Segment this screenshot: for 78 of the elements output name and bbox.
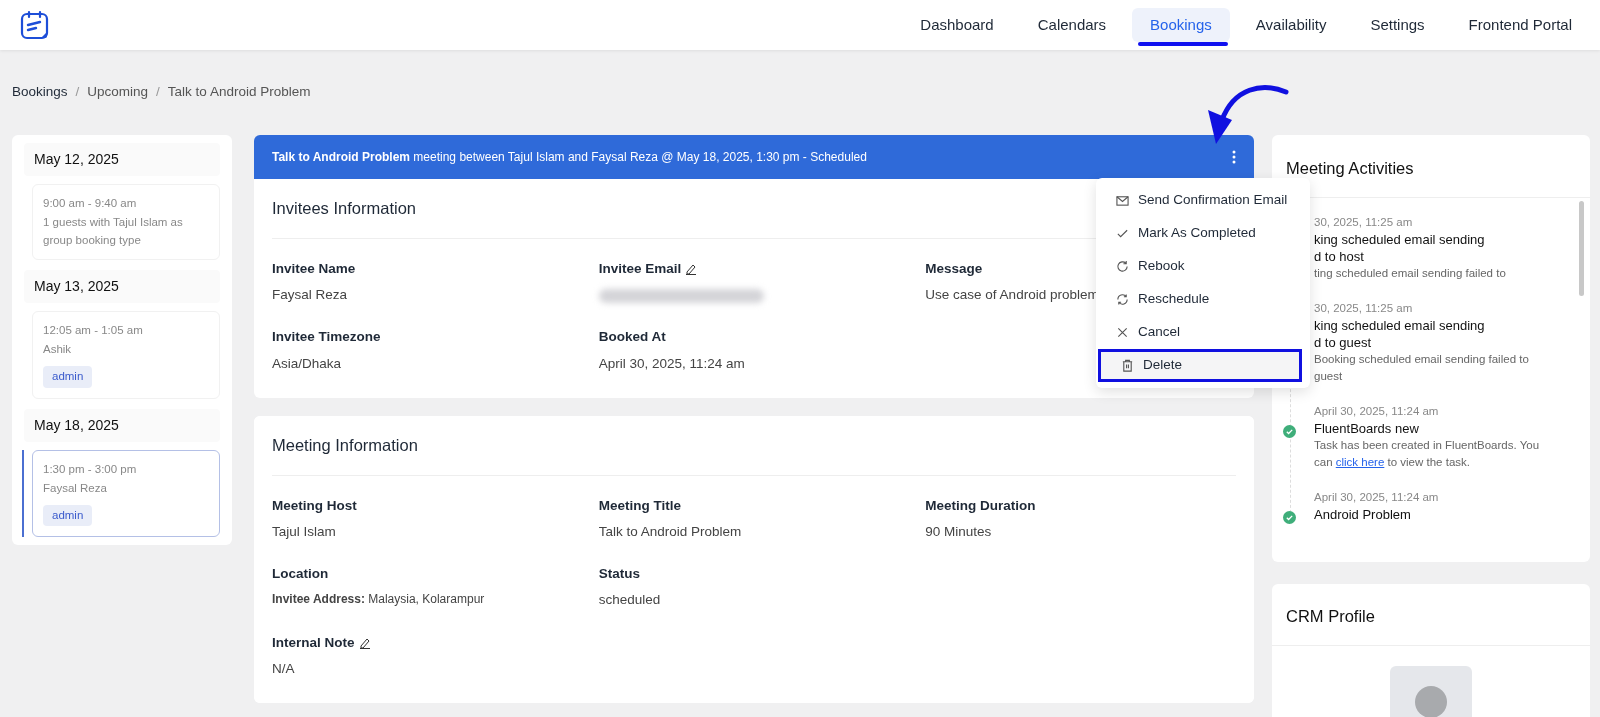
- booking-card[interactable]: 12:05 am - 1:05 am Ashik admin: [32, 310, 220, 399]
- field-label: Invitee Timezone: [272, 328, 381, 347]
- field-value: N/A: [272, 659, 295, 678]
- nav-tab[interactable]: Settings: [1352, 7, 1443, 43]
- activity-title: FluentBoards new: [1314, 419, 1420, 437]
- edit-icon[interactable]: [685, 262, 698, 275]
- field-label: Meeting Host: [272, 496, 357, 515]
- date-header: May 13, 2025: [24, 269, 220, 303]
- field-label: Message: [925, 259, 983, 278]
- field-value: Invitee Address: Malaysia, Kolarampur: [272, 591, 485, 609]
- field-value: Tajul Islam: [272, 522, 336, 541]
- menu-item[interactable]: Cancel: [1096, 316, 1310, 349]
- breadcrumb-link[interactable]: Bookings: [12, 82, 68, 103]
- activity-description: Task has been created in FluentBoards. You can click here to view the task.: [1314, 437, 1541, 470]
- booking-guest: 1 guests with Tajul Islam as group booking type: [43, 215, 184, 248]
- activity-title: Android Problem: [1314, 505, 1412, 523]
- field-label: Meeting Duration: [925, 496, 1036, 515]
- sync-icon: [1116, 293, 1129, 306]
- logo-icon: [20, 10, 50, 40]
- refresh-icon: [1116, 260, 1129, 273]
- role-tag: admin: [43, 505, 93, 527]
- field-value: 90 Minutes: [925, 522, 992, 541]
- booking-guest: Ashik: [43, 342, 73, 357]
- view-task-link[interactable]: click here: [1335, 455, 1385, 468]
- booking-card[interactable]: 9:00 am - 9:40 am 1 guests with Tajul Islam as group booking type: [32, 184, 220, 260]
- activity-title: d to guest: [1314, 333, 1373, 351]
- booking-guest: Faysal Reza: [43, 480, 108, 496]
- role-tag: admin: [43, 366, 93, 388]
- check-icon: [1116, 227, 1129, 240]
- field-label: Location: [272, 565, 329, 583]
- edit-icon[interactable]: [358, 636, 371, 649]
- activity-title: d to host: [1314, 247, 1365, 265]
- activity-time: 30, 2025, 11:25 am: [1314, 300, 1414, 316]
- close-icon: [1116, 326, 1129, 339]
- nav-tab[interactable]: Frontend Portal: [1450, 7, 1590, 43]
- date-header: May 18, 2025: [24, 408, 220, 442]
- activity-time: 30, 2025, 11:25 am: [1314, 214, 1414, 230]
- card-title: Meeting Information: [272, 415, 418, 476]
- breadcrumb-link[interactable]: Talk to Android Problem: [167, 82, 311, 103]
- banner-text: Talk to Android Problem meeting between Tajul Islam and Faysal Reza @ May 18, 2025, 1:30 pm - Scheduled: [272, 149, 867, 166]
- field-value: scheduled: [598, 591, 661, 610]
- menu-item[interactable]: Reschedule: [1096, 283, 1310, 316]
- menu-item[interactable]: Delete: [1098, 349, 1302, 382]
- nav-tab[interactable]: Bookings: [1132, 7, 1230, 43]
- date-header: May 12, 2025: [24, 143, 220, 176]
- breadcrumb-link[interactable]: Upcoming: [87, 82, 149, 103]
- field-label: Internal Note: [272, 633, 355, 652]
- mail-icon: [1116, 194, 1129, 207]
- field-value: Asia/Dhaka: [272, 354, 342, 373]
- field-label: Invitee Email: [598, 259, 682, 278]
- activity-title: king scheduled email sending: [1314, 316, 1486, 334]
- booking-time: 9:00 am - 9:40 am: [43, 196, 138, 211]
- activity-time: April 30, 2025, 11:24 am: [1314, 403, 1440, 419]
- menu-item[interactable]: Rebook: [1096, 250, 1310, 283]
- activity-title: king scheduled email sending: [1314, 230, 1486, 248]
- field-label: Booked At: [598, 328, 666, 347]
- nav-tab[interactable]: Availability: [1237, 7, 1345, 43]
- card-title: CRM Profile: [1272, 584, 1590, 646]
- field-label: Status: [598, 565, 640, 583]
- nav-tab[interactable]: Dashboard: [902, 7, 1012, 43]
- booking-time: 1:30 pm - 3:00 pm: [43, 461, 138, 477]
- nav-tab[interactable]: Calendars: [1019, 7, 1125, 43]
- breadcrumb-separator: /: [75, 83, 80, 102]
- more-options-icon[interactable]: [1232, 150, 1236, 164]
- card-title: Invitees Information: [272, 179, 416, 239]
- field-value: Talk to Android Problem: [598, 522, 742, 541]
- activity-description: Booking scheduled email sending failed to guest: [1314, 351, 1530, 384]
- field-label: Invitee Name: [272, 259, 356, 278]
- menu-item[interactable]: Mark As Completed: [1096, 217, 1310, 250]
- field-value: April 30, 2025, 11:24 am: [598, 354, 745, 373]
- booking-card[interactable]: 1:30 pm - 3:00 pm Faysal Reza admin: [32, 449, 220, 538]
- booking-time: 12:05 am - 1:05 am: [43, 322, 144, 338]
- trash-icon: [1121, 359, 1134, 372]
- field-label: Meeting Title: [598, 496, 681, 515]
- activity-description: ting scheduled email sending failed to: [1314, 265, 1507, 281]
- field-value: Faysal Reza: [272, 286, 348, 304]
- breadcrumb-separator: /: [156, 83, 160, 102]
- activity-time: April 30, 2025, 11:24 am: [1314, 489, 1440, 505]
